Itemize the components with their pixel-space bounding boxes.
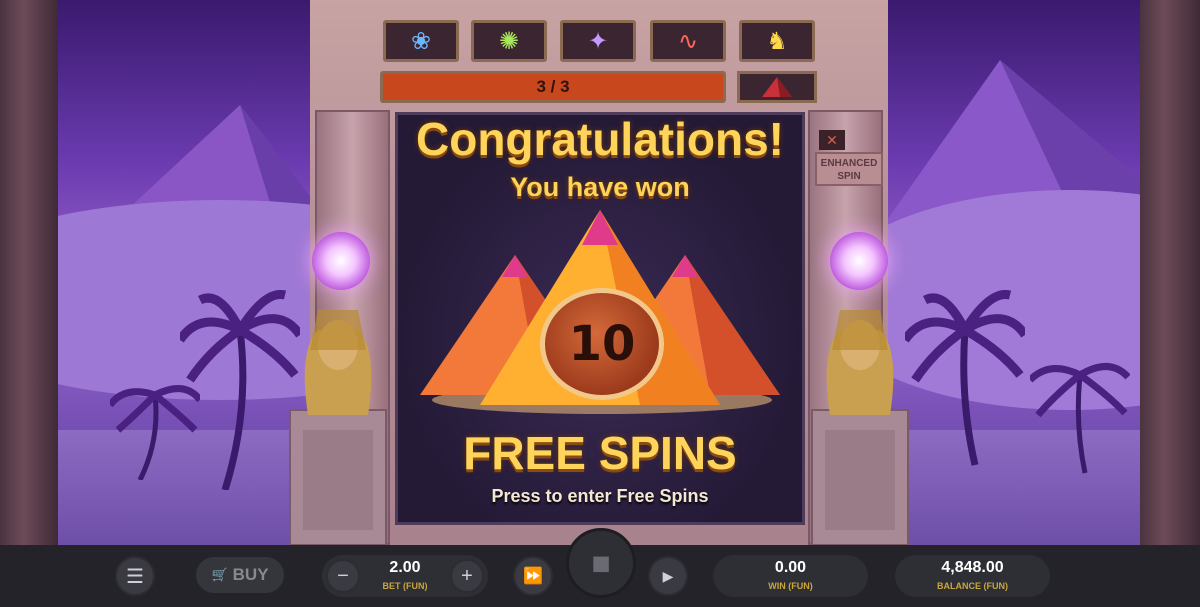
game-stage: ❀ ✺ ✦ ∿ ♞ 3 / 3 ✕ ENHANCED SPIN Congratu… (0, 0, 1200, 545)
pillar-left (0, 0, 58, 545)
pyramid-icon (737, 71, 817, 103)
bet-decrease-button[interactable]: − (326, 559, 360, 593)
free-spins-label: FREE SPINS (463, 427, 737, 479)
pillar-right (1140, 0, 1200, 545)
win-label: WIN (FUN) (768, 581, 813, 591)
menu-button[interactable]: ☰ (115, 556, 155, 596)
sphinx-statue-left (289, 310, 387, 545)
bet-increase-button[interactable]: + (450, 559, 484, 593)
scarab-icon: ✺ (471, 20, 547, 62)
plus-icon: + (461, 564, 473, 587)
spin-button[interactable]: ■ (566, 528, 636, 598)
turbo-button[interactable]: ⏩ (513, 556, 553, 596)
win-value: 0.00 (774, 559, 807, 576)
balance-value: 4,848.00 (941, 559, 1004, 576)
enhanced-spin-toggle[interactable]: ✕ ENHANCED SPIN (815, 130, 885, 188)
minus-icon: − (337, 564, 349, 587)
play-icon: ▶ (662, 567, 674, 584)
enter-free-spins-prompt[interactable]: Press to enter Free Spins (395, 486, 805, 507)
bet-value: 2.00 (389, 559, 421, 576)
buy-button[interactable]: 🛒 BUY (196, 557, 284, 593)
free-spins-count: 10 (540, 288, 664, 400)
palm-tree (110, 385, 200, 480)
menu-icon: ☰ (126, 565, 144, 588)
palm-tree (905, 290, 1025, 466)
glowing-orb-right (830, 232, 888, 290)
cart-icon: 🛒 (211, 567, 228, 582)
snake-icon: ∿ (650, 20, 726, 62)
enhanced-spin-close-icon[interactable]: ✕ (819, 130, 845, 150)
balance-label: BALANCE (FUN) (937, 581, 1008, 591)
buy-label: BUY (232, 565, 269, 584)
glowing-orb-left (312, 232, 370, 290)
popup-subtitle: You have won (510, 172, 690, 202)
scorpion-icon: ✦ (560, 20, 636, 62)
progress-text: 3 / 3 (536, 77, 570, 96)
lotus-icon: ❀ (383, 20, 459, 62)
autoplay-button[interactable]: ▶ (648, 556, 688, 596)
palm-tree (1030, 363, 1130, 474)
collection-progress-bar: 3 / 3 (380, 71, 726, 103)
bet-label: BET (FUN) (382, 581, 428, 591)
fast-forward-icon: ⏩ (523, 568, 543, 585)
popup-title: Congratulations! (416, 113, 784, 165)
stop-icon: ■ (591, 544, 611, 581)
sphinx-statue-right (811, 310, 909, 545)
sphinx-icon: ♞ (739, 20, 815, 62)
enhanced-spin-label: ENHANCED SPIN (815, 152, 883, 186)
